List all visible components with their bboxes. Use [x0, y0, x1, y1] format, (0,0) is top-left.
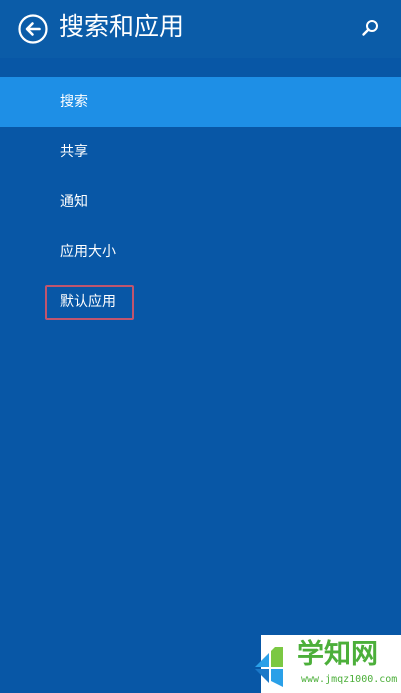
nav-item-share[interactable]: 共享	[0, 127, 401, 177]
nav-item-label: 搜索	[60, 94, 88, 110]
header-bar: 搜索和应用	[0, 0, 401, 58]
nav-item-label: 共享	[60, 144, 88, 160]
back-arrow-circle-icon	[18, 14, 48, 44]
nav-item-label: 应用大小	[60, 244, 116, 260]
windows-logo-icon	[255, 647, 283, 687]
settings-panel: 搜索和应用 搜索 共享 通知 应用大小 默认应用 学知网 www.jmqz100…	[0, 0, 401, 693]
annotation-highlight-box	[45, 285, 134, 320]
nav-item-label: 通知	[60, 194, 88, 210]
search-icon	[362, 20, 378, 36]
watermark-brand: 学知网	[297, 639, 378, 670]
nav-item-notifications[interactable]: 通知	[0, 177, 401, 227]
watermark: 学知网 www.jmqz1000.com	[253, 631, 401, 693]
watermark-url: www.jmqz1000.com	[301, 674, 398, 685]
search-button[interactable]	[358, 16, 382, 40]
nav-item-app-sizes[interactable]: 应用大小	[0, 227, 401, 277]
back-button[interactable]	[18, 14, 48, 44]
nav-item-search[interactable]: 搜索	[0, 77, 401, 127]
page-title: 搜索和应用	[59, 12, 185, 41]
